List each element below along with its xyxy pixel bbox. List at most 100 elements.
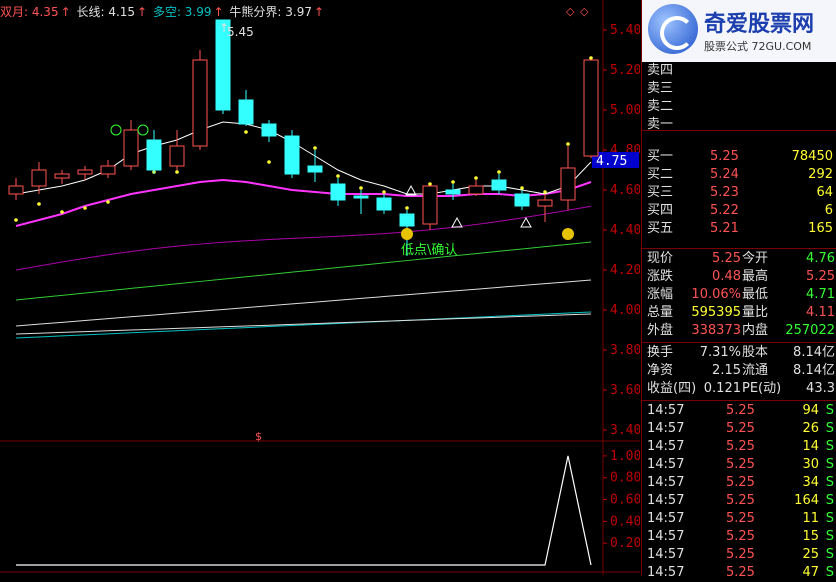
- signal-dot: [60, 210, 64, 214]
- stat-row[interactable]: 总量 595395 量比 4.11: [642, 304, 836, 322]
- tick-time: 14:57: [647, 511, 685, 526]
- stat-value: 2.15: [712, 363, 741, 378]
- chart-options-icon[interactable]: ◇: [566, 5, 574, 18]
- buy-level-row[interactable]: 买五 5.21 165: [642, 220, 836, 238]
- buy-volume: 292: [808, 167, 833, 182]
- tick-volume: 34: [802, 475, 819, 490]
- sell-level-label: 卖二: [647, 99, 674, 114]
- signal-dot: [543, 190, 547, 194]
- stat-value: 0.48: [712, 269, 741, 284]
- stat-row[interactable]: 外盘 338373 内盘 257022: [642, 322, 836, 340]
- legend-bull-bear: 多空: 3.99: [152, 5, 212, 19]
- kline-chart-area[interactable]: 5.40 5.20 5.00 4.80 4.60 4.40 4.20 4.00 3.80 3.60…: [0, 0, 640, 575]
- candle-body: [560, 167, 576, 201]
- buy-volume: 6: [824, 203, 833, 218]
- triangle-marker-icon: [520, 216, 532, 228]
- price-axis-label: 3.40: [610, 423, 640, 438]
- signal-dot: [313, 146, 317, 150]
- candle-body: [399, 213, 415, 227]
- tick-row[interactable]: 14:57 5.25 15 S: [642, 528, 836, 546]
- buy-level-row[interactable]: 买四 5.22 6: [642, 202, 836, 220]
- kline-chart[interactable]: 5.405.205.004.804.604.404.204.003.803.60…: [0, 0, 640, 575]
- tick-row[interactable]: 14:57 5.25 26 S: [642, 420, 836, 438]
- triangle-marker-icon: [451, 216, 463, 228]
- buy-level-label: 买一: [647, 149, 674, 164]
- stat-value: 4.11: [806, 305, 835, 320]
- max-price-label: 5.45: [227, 25, 254, 39]
- buy-volume: 165: [808, 221, 833, 236]
- stat-label: 股本: [742, 345, 769, 360]
- sell-level-label: 卖四: [647, 63, 674, 78]
- buy-level-row[interactable]: 买一 5.25 78450: [642, 148, 836, 166]
- stat-value: 7.31%: [699, 345, 741, 360]
- circle-marker-icon: [110, 124, 122, 136]
- stat-row[interactable]: 涨跌 0.48 最高 5.25: [642, 268, 836, 286]
- stat-value: 8.14亿: [793, 363, 835, 378]
- tick-row[interactable]: 14:57 5.25 34 S: [642, 474, 836, 492]
- stat-row[interactable]: 收益(四) 0.121 PE(动) 43.3: [642, 380, 836, 398]
- tick-row[interactable]: 14:57 5.25 47 S: [642, 564, 836, 582]
- candle-body: [445, 189, 461, 195]
- stat-value: 0.121: [703, 381, 741, 396]
- tick-flag: S: [825, 475, 834, 490]
- sell-level-row[interactable]: 卖四: [642, 62, 836, 80]
- stat-label: 收益(四): [647, 381, 697, 396]
- tick-row[interactable]: 14:57 5.25 164 S: [642, 492, 836, 510]
- tick-volume: 47: [802, 565, 819, 580]
- tick-price: 5.25: [726, 475, 755, 490]
- chart-collapse-icon[interactable]: ◇: [580, 5, 588, 18]
- signal-dot: [244, 130, 248, 134]
- stat-row[interactable]: 净资 2.15 流通 8.14亿: [642, 362, 836, 380]
- ma-line-cyan: [15, 311, 592, 339]
- buy-price: 5.21: [710, 221, 739, 236]
- tick-row[interactable]: 14:57 5.25 94 S: [642, 402, 836, 420]
- candle-body: [238, 99, 254, 125]
- tick-flag: S: [825, 421, 834, 436]
- buy-level-label: 买四: [647, 203, 674, 218]
- candle-body: [468, 185, 484, 195]
- buy-price: 5.24: [710, 167, 739, 182]
- tick-row[interactable]: 14:57 5.25 11 S: [642, 510, 836, 528]
- stat-label: 净资: [647, 363, 674, 378]
- tick-volume: 94: [802, 403, 819, 418]
- tick-row[interactable]: 14:57 5.25 25 S: [642, 546, 836, 564]
- tick-price: 5.25: [726, 493, 755, 508]
- stat-row[interactable]: 换手 7.31% 股本 8.14亿: [642, 344, 836, 362]
- tick-price: 5.25: [726, 403, 755, 418]
- stat-label: 量比: [742, 305, 769, 320]
- bottom-confirm-label: 低点\确认: [401, 243, 457, 258]
- buy-price: 5.25: [710, 149, 739, 164]
- signal-dot: [474, 176, 478, 180]
- buy-level-row[interactable]: 买二 5.24 292: [642, 166, 836, 184]
- tick-time: 14:57: [647, 493, 685, 508]
- legend-up-arrow: ↑: [313, 5, 325, 19]
- sell-level-row[interactable]: 卖三: [642, 80, 836, 98]
- tick-volume: 11: [802, 511, 819, 526]
- tick-time: 14:57: [647, 547, 685, 562]
- legend-long-line: 长线: 4.15: [76, 5, 136, 19]
- legend-bull-bear-divide: 牛熊分界: 3.97: [229, 5, 312, 19]
- candle-body: [376, 197, 392, 211]
- signal-dot: [382, 190, 386, 194]
- tick-row[interactable]: 14:57 5.25 30 S: [642, 456, 836, 474]
- tick-price: 5.25: [726, 529, 755, 544]
- panel-divider: [642, 342, 836, 343]
- stat-row[interactable]: 现价 5.25 今开 4.76: [642, 250, 836, 268]
- indicator-line: [16, 455, 592, 566]
- panel-divider: [642, 130, 836, 131]
- stat-value: 43.3: [806, 381, 835, 396]
- buy-level-row[interactable]: 买三 5.23 64: [642, 184, 836, 202]
- candle-body: [261, 123, 277, 137]
- candle-body: [8, 185, 24, 195]
- stat-label: 涨幅: [647, 287, 674, 302]
- stat-label: 外盘: [647, 323, 674, 338]
- stat-row[interactable]: 涨幅 10.06% 最低 4.71: [642, 286, 836, 304]
- tick-time: 14:57: [647, 403, 685, 418]
- buy-volume: 64: [816, 185, 833, 200]
- stat-value: 4.76: [806, 251, 835, 266]
- tick-volume: 15: [802, 529, 819, 544]
- sell-level-row[interactable]: 卖一: [642, 116, 836, 134]
- sell-level-row[interactable]: 卖二: [642, 98, 836, 116]
- tick-price: 5.25: [726, 511, 755, 526]
- tick-row[interactable]: 14:57 5.25 14 S: [642, 438, 836, 456]
